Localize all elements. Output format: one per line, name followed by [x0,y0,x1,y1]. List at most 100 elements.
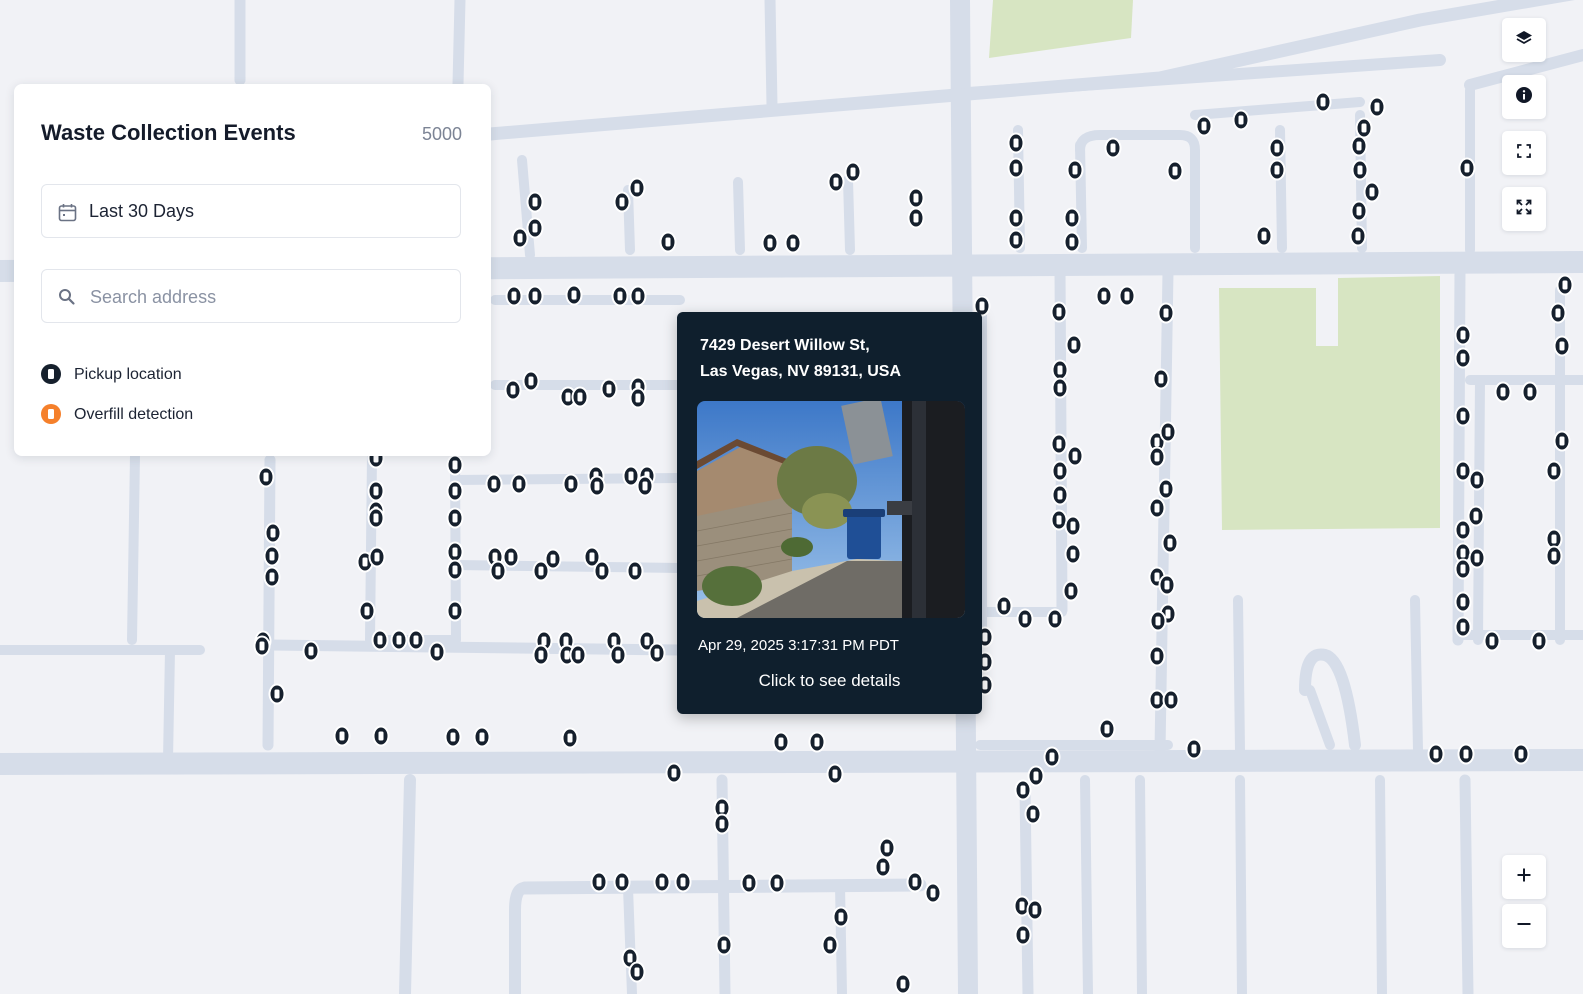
pickup-marker[interactable] [430,643,444,661]
pickup-marker[interactable] [676,873,690,891]
pickup-marker[interactable] [650,644,664,662]
pickup-marker[interactable] [1048,610,1062,628]
pickup-marker[interactable] [564,475,578,493]
zoom-in-button[interactable] [1502,855,1546,899]
pickup-marker[interactable] [409,631,423,649]
pickup-marker[interactable] [1270,139,1284,157]
pickup-marker[interactable] [1053,379,1067,397]
pickup-marker[interactable] [1029,767,1043,785]
pickup-marker[interactable] [448,561,462,579]
pickup-marker[interactable] [1159,480,1173,498]
pickup-marker[interactable] [1159,304,1173,322]
pickup-marker[interactable] [1547,462,1561,480]
pickup-marker[interactable] [1456,618,1470,636]
pickup-marker[interactable] [1150,691,1164,709]
pickup-marker[interactable] [1351,227,1365,245]
pickup-marker[interactable] [786,234,800,252]
pickup-marker[interactable] [1068,161,1082,179]
pickup-marker[interactable] [774,733,788,751]
pickup-marker[interactable] [528,193,542,211]
pickup-marker[interactable] [585,548,599,566]
pickup-marker[interactable] [563,729,577,747]
pickup-marker[interactable] [1052,511,1066,529]
pickup-marker[interactable] [487,475,501,493]
pickup-marker[interactable] [369,509,383,527]
pickup-marker[interactable] [602,380,616,398]
pickup-marker[interactable] [304,642,318,660]
pickup-marker[interactable] [1485,632,1499,650]
pickup-marker[interactable] [1352,137,1366,155]
pickup-marker[interactable] [1456,326,1470,344]
pickup-marker[interactable] [255,637,269,655]
pickup-marker[interactable] [1470,549,1484,567]
pickup-marker[interactable] [595,562,609,580]
pickup-marker[interactable] [1150,448,1164,466]
pickup-marker[interactable] [567,286,581,304]
zoom-out-button[interactable] [1502,904,1546,948]
pickup-marker[interactable] [1009,209,1023,227]
pickup-marker[interactable] [908,873,922,891]
pickup-marker[interactable] [1456,560,1470,578]
pickup-marker[interactable] [1026,805,1040,823]
pickup-marker[interactable] [631,389,645,407]
pickup-marker[interactable] [512,475,526,493]
pickup-marker[interactable] [770,874,784,892]
pickup-marker[interactable] [1009,159,1023,177]
pickup-marker[interactable] [1357,119,1371,137]
pickup-marker[interactable] [1064,582,1078,600]
pickup-marker[interactable] [374,727,388,745]
pickup-marker[interactable] [266,524,280,542]
pickup-marker[interactable] [1150,647,1164,665]
pickup-marker[interactable] [1187,740,1201,758]
pickup-marker[interactable] [1456,521,1470,539]
pickup-marker[interactable] [810,733,824,751]
pickup-marker[interactable] [1496,383,1510,401]
pickup-marker[interactable] [446,728,460,746]
pickup-marker[interactable] [1065,209,1079,227]
pickup-marker[interactable] [1470,471,1484,489]
pickup-marker[interactable] [834,908,848,926]
pickup-marker[interactable] [909,209,923,227]
pickup-marker[interactable] [369,482,383,500]
pickup-marker[interactable] [828,765,842,783]
pickup-marker[interactable] [1523,383,1537,401]
pickup-marker[interactable] [448,482,462,500]
pickup-marker[interactable] [1257,227,1271,245]
pickup-marker[interactable] [1460,159,1474,177]
pickup-marker[interactable] [823,936,837,954]
pickup-marker[interactable] [370,548,384,566]
pickup-marker[interactable] [1100,720,1114,738]
pickup-marker[interactable] [1161,423,1175,441]
pickup-marker[interactable] [1456,407,1470,425]
pickup-marker[interactable] [1365,183,1379,201]
pickup-marker[interactable] [1053,486,1067,504]
pickup-marker[interactable] [880,839,894,857]
pickup-marker[interactable] [742,874,756,892]
pickup-marker[interactable] [655,873,669,891]
pickup-marker[interactable] [1009,231,1023,249]
pickup-marker[interactable] [1555,337,1569,355]
pickup-marker[interactable] [1456,593,1470,611]
pickup-marker[interactable] [360,602,374,620]
pickup-marker[interactable] [715,815,729,833]
pickup-marker[interactable] [1009,134,1023,152]
pickup-marker[interactable] [1558,276,1572,294]
pickup-marker[interactable] [1154,370,1168,388]
pickup-marker[interactable] [513,229,527,247]
pickup-marker[interactable] [1234,111,1248,129]
pickup-marker[interactable] [1151,612,1165,630]
pickup-marker[interactable] [1065,233,1079,251]
pickup-marker[interactable] [507,287,521,305]
pickup-marker[interactable] [1456,349,1470,367]
pickup-marker[interactable] [1066,545,1080,563]
pickup-marker[interactable] [448,456,462,474]
pickup-marker[interactable] [448,509,462,527]
pickup-marker[interactable] [1547,530,1561,548]
pickup-marker[interactable] [1028,901,1042,919]
pickup-marker[interactable] [613,287,627,305]
pickup-marker[interactable] [1120,287,1134,305]
pickup-marker[interactable] [1068,447,1082,465]
search-input[interactable] [88,280,452,314]
pickup-marker[interactable] [611,646,625,664]
pickup-marker[interactable] [1067,336,1081,354]
